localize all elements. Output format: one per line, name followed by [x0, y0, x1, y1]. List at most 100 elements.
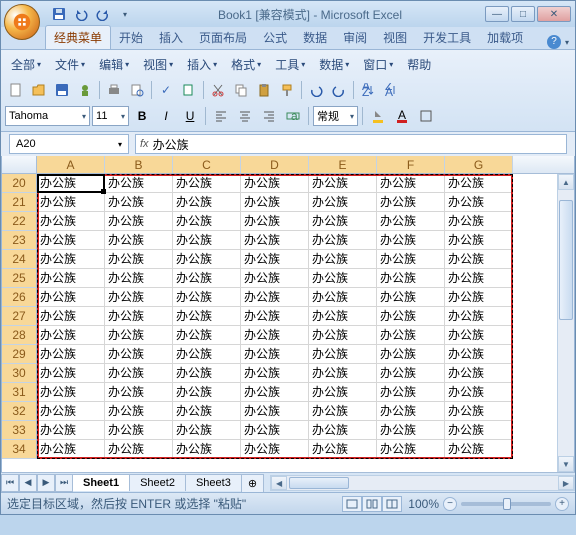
- number-format-combo[interactable]: 常规▾: [313, 106, 358, 126]
- row-header[interactable]: 29: [2, 345, 37, 364]
- cell[interactable]: 办公族: [241, 307, 309, 326]
- row-header[interactable]: 34: [2, 440, 37, 459]
- row-header[interactable]: 31: [2, 383, 37, 402]
- cell[interactable]: 办公族: [241, 383, 309, 402]
- row-header[interactable]: 22: [2, 212, 37, 231]
- cell[interactable]: 办公族: [105, 231, 173, 250]
- row-header[interactable]: 20: [2, 174, 37, 193]
- cell[interactable]: 办公族: [377, 174, 445, 193]
- align-left-icon[interactable]: [210, 105, 232, 127]
- cell[interactable]: 办公族: [309, 307, 377, 326]
- cell[interactable]: 办公族: [377, 421, 445, 440]
- cell[interactable]: 办公族: [377, 383, 445, 402]
- row-header[interactable]: 24: [2, 250, 37, 269]
- save-icon[interactable]: [51, 79, 73, 101]
- cell[interactable]: 办公族: [377, 288, 445, 307]
- cell[interactable]: 办公族: [173, 345, 241, 364]
- row-header[interactable]: 28: [2, 326, 37, 345]
- underline-icon[interactable]: U: [179, 105, 201, 127]
- cell[interactable]: 办公族: [105, 212, 173, 231]
- cell[interactable]: 办公族: [105, 288, 173, 307]
- cell[interactable]: 办公族: [445, 421, 513, 440]
- align-center-icon[interactable]: [234, 105, 256, 127]
- undo-icon[interactable]: [71, 5, 91, 23]
- cell[interactable]: 办公族: [173, 440, 241, 459]
- minimize-ribbon-icon[interactable]: ▾: [565, 38, 569, 47]
- cell[interactable]: 办公族: [241, 326, 309, 345]
- cell[interactable]: 办公族: [241, 212, 309, 231]
- zoom-thumb[interactable]: [503, 498, 511, 510]
- cell[interactable]: 办公族: [173, 326, 241, 345]
- name-box[interactable]: ▾: [9, 134, 129, 154]
- row-header[interactable]: 30: [2, 364, 37, 383]
- cell[interactable]: 办公族: [445, 174, 513, 193]
- cell[interactable]: 办公族: [309, 402, 377, 421]
- menu-tools[interactable]: 工具▾: [269, 54, 311, 75]
- italic-icon[interactable]: I: [155, 105, 177, 127]
- horizontal-scrollbar[interactable]: ◀ ▶: [270, 475, 575, 491]
- col-header[interactable]: E: [309, 156, 377, 173]
- col-header[interactable]: D: [241, 156, 309, 173]
- col-header[interactable]: F: [377, 156, 445, 173]
- cell[interactable]: 办公族: [377, 231, 445, 250]
- cell[interactable]: 办公族: [173, 193, 241, 212]
- font-size-input[interactable]: [96, 110, 118, 122]
- cell[interactable]: 办公族: [309, 250, 377, 269]
- cell[interactable]: 办公族: [241, 250, 309, 269]
- cell[interactable]: 办公族: [241, 174, 309, 193]
- sheet-tab[interactable]: Sheet2: [129, 474, 186, 491]
- save-icon[interactable]: [49, 5, 69, 23]
- cell[interactable]: 办公族: [309, 288, 377, 307]
- menu-format[interactable]: 格式▾: [225, 54, 267, 75]
- row-header[interactable]: 27: [2, 307, 37, 326]
- tab-data[interactable]: 数据: [295, 26, 335, 49]
- row-header[interactable]: 21: [2, 193, 37, 212]
- cell[interactable]: 办公族: [309, 440, 377, 459]
- menu-file[interactable]: 文件▾: [49, 54, 91, 75]
- cell[interactable]: 办公族: [173, 231, 241, 250]
- cell[interactable]: 办公族: [173, 421, 241, 440]
- cell[interactable]: 办公族: [105, 440, 173, 459]
- cell[interactable]: 办公族: [377, 440, 445, 459]
- cell[interactable]: 办公族: [37, 364, 105, 383]
- sort-asc-icon[interactable]: AZ: [357, 79, 379, 101]
- cell[interactable]: 办公族: [445, 250, 513, 269]
- cell[interactable]: 办公族: [309, 326, 377, 345]
- cell[interactable]: 办公族: [309, 174, 377, 193]
- menu-window[interactable]: 窗口▾: [357, 54, 399, 75]
- cell[interactable]: 办公族: [37, 326, 105, 345]
- cell[interactable]: 办公族: [37, 212, 105, 231]
- cell[interactable]: 办公族: [173, 383, 241, 402]
- align-right-icon[interactable]: [258, 105, 280, 127]
- first-sheet-icon[interactable]: ⏮: [1, 474, 19, 492]
- scroll-thumb[interactable]: [559, 200, 573, 320]
- qat-dropdown-icon[interactable]: ▾: [115, 5, 135, 23]
- row-header[interactable]: 26: [2, 288, 37, 307]
- cell[interactable]: 办公族: [445, 383, 513, 402]
- cell[interactable]: 办公族: [105, 193, 173, 212]
- font-color-icon[interactable]: A: [391, 105, 413, 127]
- menu-all[interactable]: 全部▾: [5, 54, 47, 75]
- cell[interactable]: 办公族: [445, 364, 513, 383]
- cell[interactable]: 办公族: [105, 364, 173, 383]
- cell[interactable]: 办公族: [241, 402, 309, 421]
- cell[interactable]: 办公族: [445, 288, 513, 307]
- copy-icon[interactable]: [230, 79, 252, 101]
- new-sheet-icon[interactable]: ⊕: [241, 474, 264, 492]
- scroll-thumb[interactable]: [289, 477, 349, 489]
- maximize-button[interactable]: □: [511, 6, 535, 22]
- tab-formulas[interactable]: 公式: [255, 26, 295, 49]
- cell[interactable]: 办公族: [241, 269, 309, 288]
- col-header[interactable]: A: [37, 156, 105, 173]
- open-icon[interactable]: [28, 79, 50, 101]
- cell[interactable]: 办公族: [105, 326, 173, 345]
- cell[interactable]: 办公族: [241, 231, 309, 250]
- cell[interactable]: 办公族: [445, 402, 513, 421]
- cell[interactable]: 办公族: [309, 193, 377, 212]
- cell[interactable]: 办公族: [241, 193, 309, 212]
- fill-color-icon[interactable]: [367, 105, 389, 127]
- cell[interactable]: 办公族: [105, 174, 173, 193]
- select-all-corner[interactable]: [2, 156, 37, 173]
- sheet-tab[interactable]: Sheet3: [185, 474, 242, 491]
- cell[interactable]: 办公族: [309, 269, 377, 288]
